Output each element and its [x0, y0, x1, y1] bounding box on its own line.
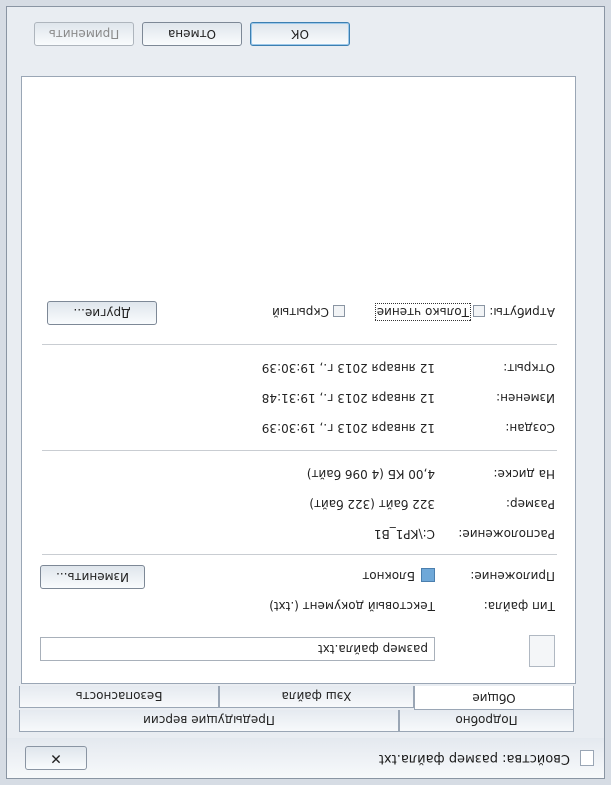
properties-dialog: Свойства: размер файла.txt ✕ Подробно Пр… [6, 6, 605, 779]
hidden-label: Скрытый [272, 305, 329, 319]
close-button[interactable]: ✕ [25, 746, 87, 770]
tab-security[interactable]: Безопасность [19, 686, 219, 708]
location-value: C:\KP1_B1 [373, 527, 435, 541]
readonly-checkbox[interactable]: Только чтение [374, 303, 485, 321]
general-panel: размер файла.txt Тип файла: Текстовый до… [21, 76, 576, 684]
file-icon [580, 750, 594, 766]
modified-value: 12 января 2013 г., 19:31:48 [261, 391, 435, 405]
disk-size-label: На диске: [493, 467, 555, 481]
ok-button[interactable]: ОК [250, 22, 350, 46]
readonly-label: Только чтение [374, 303, 472, 321]
opened-value: 12 января 2013 г., 19:30:39 [261, 361, 435, 375]
location-label: Расположение: [458, 527, 555, 541]
checkbox-box [473, 305, 485, 318]
notepad-icon [421, 568, 435, 583]
application-label: Приложение: [470, 569, 555, 583]
close-icon: ✕ [50, 750, 62, 766]
tab-file-hash[interactable]: Хэш файла [219, 686, 414, 708]
size-value: 322 байт (322 байт) [309, 497, 435, 511]
attributes-label: Атрибуты: [489, 305, 555, 319]
file-type-label: Тип файла: [483, 599, 555, 613]
filename-field[interactable]: размер файла.txt [40, 637, 435, 661]
tab-details[interactable]: Подробно [399, 710, 574, 732]
separator [42, 554, 557, 555]
file-type-value: Текстовый документ (.txt) [269, 599, 435, 613]
text-file-icon [529, 635, 555, 667]
change-button[interactable]: Изменить... [40, 565, 145, 589]
window-title: Свойства: размер файла.txt [378, 751, 570, 766]
disk-size-value: 4,00 КБ (4 096 байт) [306, 467, 435, 481]
modified-label: Изменен: [496, 391, 555, 405]
cancel-button[interactable]: Отмена [142, 22, 242, 46]
hidden-checkbox[interactable]: Скрытый [272, 305, 345, 319]
tabs-row-2: Общие Хэш файла Безопасность [19, 686, 574, 710]
opened-label: Открыт: [503, 361, 555, 375]
application-value-wrap: Блокнот [362, 568, 435, 583]
application-value: Блокнот [362, 569, 415, 583]
size-label: Размер: [505, 497, 555, 511]
separator [42, 450, 557, 451]
other-attributes-button[interactable]: Другие... [47, 301, 157, 325]
checkbox-box [333, 305, 345, 318]
separator [42, 344, 557, 345]
title-bar: Свойства: размер файла.txt ✕ [7, 738, 604, 778]
tabs-row-1: Подробно Предыдущие версии [19, 710, 574, 732]
apply-button[interactable]: Применить [34, 22, 134, 46]
tab-general[interactable]: Общие [414, 686, 574, 710]
created-value: 12 января 2013 г., 19:30:39 [261, 421, 435, 435]
rotated-screenshot: Свойства: размер файла.txt ✕ Подробно Пр… [0, 0, 611, 785]
created-label: Создан: [505, 421, 555, 435]
tab-previous-versions[interactable]: Предыдущие версии [19, 710, 399, 732]
